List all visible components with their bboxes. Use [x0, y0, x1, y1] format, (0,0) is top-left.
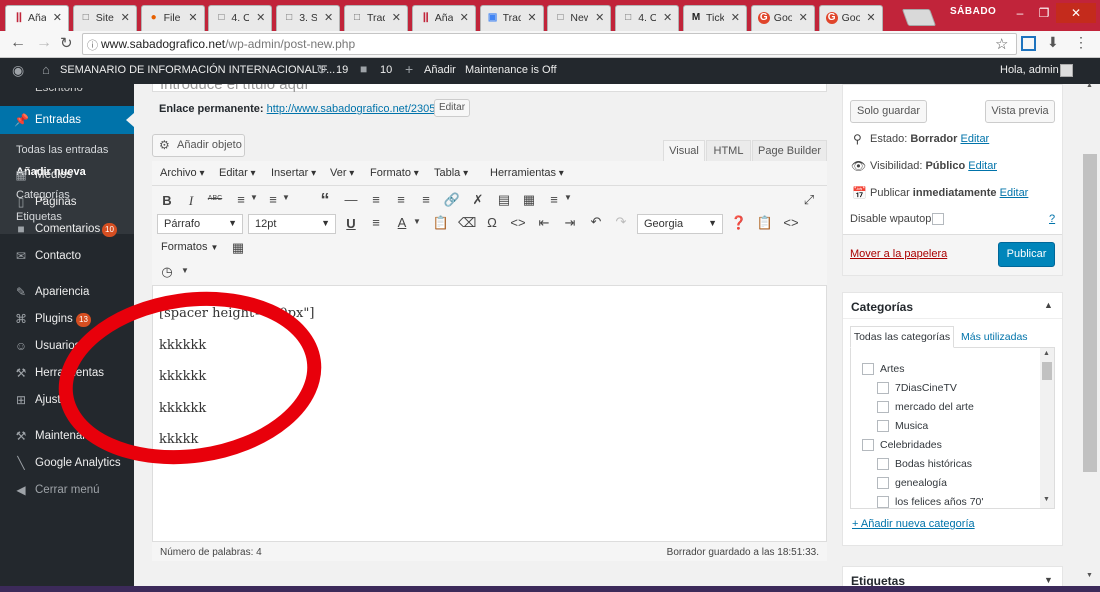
add-category-link[interactable]: + Añadir nueva categoría: [852, 518, 975, 530]
categories-title: Categorías: [851, 300, 914, 314]
visibility-edit-link[interactable]: Editar: [968, 160, 997, 172]
status-row: Estado: Borrador Editar: [870, 133, 990, 145]
collapse-down-icon[interactable]: ▼: [1044, 575, 1053, 585]
category-label[interactable]: Artes: [880, 363, 905, 375]
page-scroll-down-icon[interactable]: ▼: [1086, 572, 1093, 579]
scroll-thumb[interactable]: [1042, 362, 1052, 380]
category-label[interactable]: genealogía: [895, 477, 947, 489]
category-checkbox[interactable]: [877, 496, 889, 508]
publish-button[interactable]: Publicar: [998, 242, 1055, 267]
tab-all-categories[interactable]: Todas las categorías: [850, 326, 954, 348]
category-label[interactable]: los felices años 70': [895, 496, 983, 508]
status-edit-link[interactable]: Editar: [960, 133, 989, 145]
key-icon: ⚲: [853, 132, 862, 146]
category-checkbox[interactable]: [877, 477, 889, 489]
wpautop-help-link[interactable]: ?: [1049, 213, 1055, 225]
wpautop-label: Disable wpautop:: [850, 213, 935, 225]
category-label[interactable]: mercado del arte: [895, 401, 974, 413]
visibility-row: Visibilidad: Público Editar: [870, 160, 997, 172]
calendar-icon: 📅: [852, 186, 867, 200]
preview-button[interactable]: Vista previa: [985, 100, 1055, 123]
category-label[interactable]: 7DiasCineTV: [895, 382, 957, 394]
os-taskbar: [0, 586, 1100, 592]
category-label[interactable]: Bodas históricas: [895, 458, 972, 470]
divider: [843, 318, 1062, 319]
category-label[interactable]: Celebridades: [880, 439, 942, 451]
category-scrollbar[interactable]: ▲ ▼: [1040, 348, 1054, 508]
trash-link[interactable]: Mover a la papelera: [850, 248, 947, 260]
scroll-down-icon[interactable]: ▼: [1043, 496, 1050, 503]
category-checkbox[interactable]: [877, 382, 889, 394]
scroll-up-icon[interactable]: ▲: [1043, 350, 1050, 357]
page-scroll-up-icon[interactable]: ▲: [1086, 82, 1093, 89]
eye-icon: 👁: [851, 159, 867, 173]
page-scrollbar[interactable]: ▲ ▼: [1080, 82, 1100, 592]
category-label[interactable]: Musica: [895, 420, 928, 432]
schedule-row: Publicar inmediatamente Editar: [870, 187, 1029, 199]
schedule-edit-link[interactable]: Editar: [1000, 187, 1029, 199]
save-draft-button[interactable]: Solo guardar: [850, 100, 927, 123]
page-scroll-thumb[interactable]: [1083, 154, 1097, 472]
category-checkbox[interactable]: [862, 439, 874, 451]
category-checkbox[interactable]: [877, 401, 889, 413]
wpautop-checkbox[interactable]: [932, 213, 944, 225]
category-checkbox[interactable]: [877, 458, 889, 470]
category-checkbox[interactable]: [862, 363, 874, 375]
collapse-up-icon[interactable]: ▲: [1044, 300, 1053, 310]
tab-most-used[interactable]: Más utilizadas: [961, 331, 1028, 343]
category-checkbox[interactable]: [877, 420, 889, 432]
